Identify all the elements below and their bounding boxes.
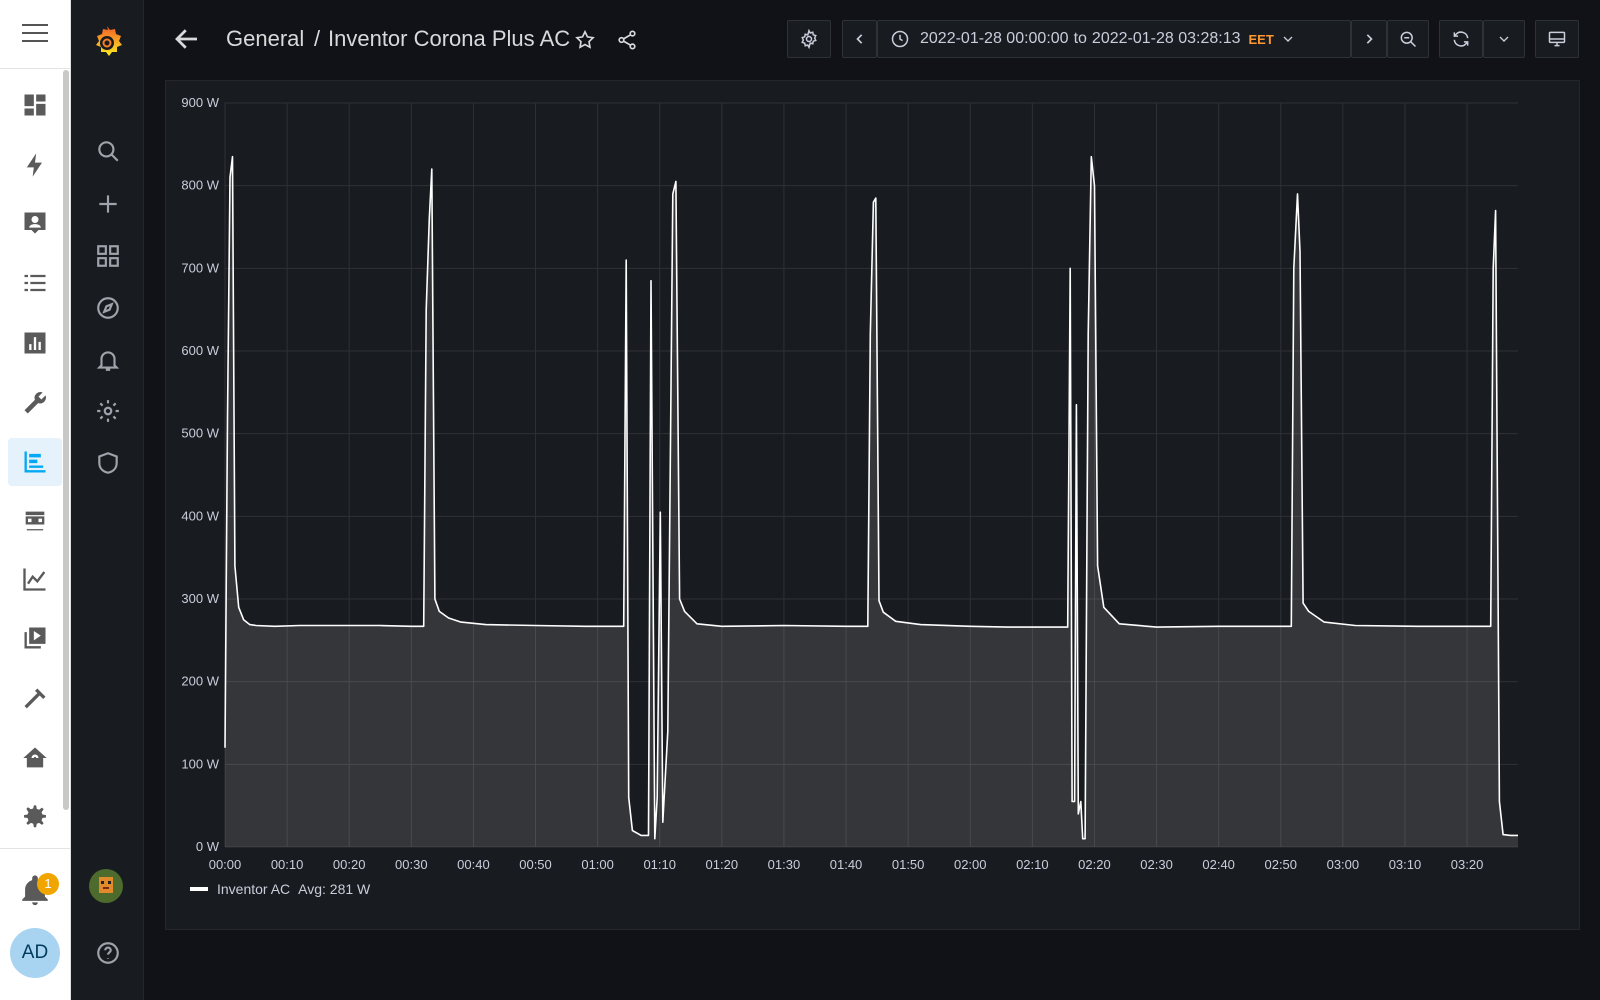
x-tick-label: 02:00 <box>954 857 987 872</box>
plus-icon[interactable] <box>93 189 123 219</box>
time-range-to-word: to <box>1073 30 1087 47</box>
y-tick-label: 200 W <box>181 674 219 689</box>
explore-icon[interactable] <box>93 293 123 323</box>
breadcrumb-separator: / <box>314 26 321 51</box>
y-tick-label: 300 W <box>181 591 219 606</box>
chevron-left-icon <box>855 34 862 44</box>
back-arrow-icon[interactable] <box>172 24 202 54</box>
settings-icon[interactable] <box>8 793 62 841</box>
x-tick-label: 01:20 <box>706 857 739 872</box>
home-sensor-icon[interactable] <box>8 734 62 782</box>
divider <box>0 848 71 849</box>
alerting-icon[interactable] <box>93 345 123 375</box>
y-tick-label: 0 W <box>196 839 220 854</box>
dashboards-icon[interactable] <box>93 241 123 271</box>
ha-sidebar: 1 AD <box>0 0 71 1000</box>
x-tick-label: 03:00 <box>1327 857 1360 872</box>
dashboard-navbar: General / Inventor Corona Plus AC 2022-0… <box>144 0 1600 80</box>
x-tick-label: 00:30 <box>395 857 428 872</box>
x-tick-label: 01:30 <box>768 857 801 872</box>
x-tick-label: 02:20 <box>1078 857 1111 872</box>
configuration-icon[interactable] <box>93 396 123 426</box>
gear-icon <box>801 29 817 49</box>
refresh-interval-dropdown[interactable] <box>1483 20 1525 58</box>
x-tick-label: 01:40 <box>830 857 863 872</box>
monitor-icon <box>1548 31 1566 47</box>
tools-icon[interactable] <box>8 379 62 427</box>
grafana-logo-icon[interactable] <box>89 24 125 60</box>
time-range-from: 2022-01-28 00:00:00 <box>920 30 1069 47</box>
cycle-view-mode-button[interactable] <box>1535 20 1579 58</box>
time-range-to: 2022-01-28 03:28:13 <box>1091 30 1241 47</box>
x-tick-label: 00:20 <box>333 857 366 872</box>
x-tick-label: 03:20 <box>1451 857 1484 872</box>
divider <box>0 68 71 69</box>
x-tick-label: 02:30 <box>1140 857 1173 872</box>
x-tick-label: 03:10 <box>1389 857 1422 872</box>
profile-avatar-icon[interactable] <box>88 868 124 904</box>
x-tick-label: 02:10 <box>1016 857 1049 872</box>
media-icon[interactable] <box>8 614 62 662</box>
x-tick-label: 02:40 <box>1202 857 1235 872</box>
y-tick-label: 800 W <box>181 178 219 193</box>
share-icon[interactable] <box>616 29 638 51</box>
y-tick-label: 100 W <box>181 756 219 771</box>
dashboard-title[interactable]: Inventor Corona Plus AC <box>328 26 570 52</box>
breadcrumb-folder[interactable]: General <box>226 26 304 52</box>
menu-icon[interactable] <box>22 24 48 44</box>
x-tick-label: 02:50 <box>1264 857 1297 872</box>
sidebar-scrollbar[interactable] <box>63 70 69 810</box>
graph-panel[interactable]: 0 W 100 W 200 W 300 W 400 W 500 W 600 W 700 W 80… <box>165 80 1580 930</box>
history-icon[interactable] <box>8 319 62 367</box>
refresh-icon <box>1453 31 1469 47</box>
zoom-out-button[interactable] <box>1387 20 1429 58</box>
x-axis: 00:00 00:10 00:20 00:30 00:40 00:50 01:00 01:10… <box>209 857 1484 872</box>
help-icon[interactable] <box>93 938 123 968</box>
y-axis: 0 W 100 W 200 W 300 W 400 W 500 W 600 W 700 W 80… <box>181 95 219 854</box>
legend[interactable]: Inventor AC Avg: 281 W <box>190 881 370 897</box>
x-tick-label: 00:10 <box>271 857 304 872</box>
time-series-chart[interactable]: 0 W 100 W 200 W 300 W 400 W 500 W 600 W 700 W 80… <box>166 81 1581 931</box>
time-range-picker[interactable]: 2022-01-28 00:00:00 to 2022-01-28 03:28:… <box>877 20 1351 58</box>
clock-icon <box>891 30 909 48</box>
x-tick-label: 00:00 <box>209 857 242 872</box>
grafana-sidemenu <box>71 0 144 1000</box>
y-tick-label: 700 W <box>181 260 219 275</box>
search-icon[interactable] <box>93 136 123 166</box>
chevron-down-icon <box>1283 36 1293 42</box>
legend-swatch <box>190 887 208 891</box>
server-admin-icon[interactable] <box>93 448 123 478</box>
logbook-icon[interactable] <box>8 199 62 247</box>
chevron-down-icon <box>1499 36 1509 42</box>
hacs-icon[interactable] <box>8 497 62 545</box>
x-tick-label: 01:10 <box>643 857 676 872</box>
time-shift-back-button[interactable] <box>842 20 877 58</box>
x-tick-label: 01:50 <box>892 857 925 872</box>
todo-list-icon[interactable] <box>8 259 62 307</box>
grafana-icon[interactable] <box>8 438 62 486</box>
time-shift-forward-button[interactable] <box>1351 20 1387 58</box>
y-tick-label: 400 W <box>181 508 219 523</box>
y-tick-label: 600 W <box>181 343 219 358</box>
star-icon[interactable] <box>574 29 596 51</box>
notification-badge: 1 <box>37 873 59 895</box>
chart-icon[interactable] <box>8 555 62 603</box>
y-tick-label: 900 W <box>181 95 219 110</box>
x-tick-label: 00:50 <box>519 857 552 872</box>
y-tick-label: 500 W <box>181 426 219 441</box>
x-tick-label: 01:00 <box>581 857 614 872</box>
zoom-out-icon <box>1400 31 1417 48</box>
legend-series-name[interactable]: Inventor AC <box>217 881 290 897</box>
refresh-button[interactable] <box>1439 20 1483 58</box>
hammer-icon[interactable] <box>8 675 62 723</box>
dashboard-settings-button[interactable] <box>787 20 831 58</box>
chevron-right-icon <box>1366 34 1373 44</box>
user-avatar[interactable]: AD <box>10 928 60 978</box>
energy-icon[interactable] <box>8 141 62 189</box>
timezone-label: EET <box>1248 31 1274 47</box>
legend-avg-value: Avg: 281 W <box>298 881 371 897</box>
x-tick-label: 00:40 <box>457 857 490 872</box>
overview-icon[interactable] <box>8 81 62 129</box>
